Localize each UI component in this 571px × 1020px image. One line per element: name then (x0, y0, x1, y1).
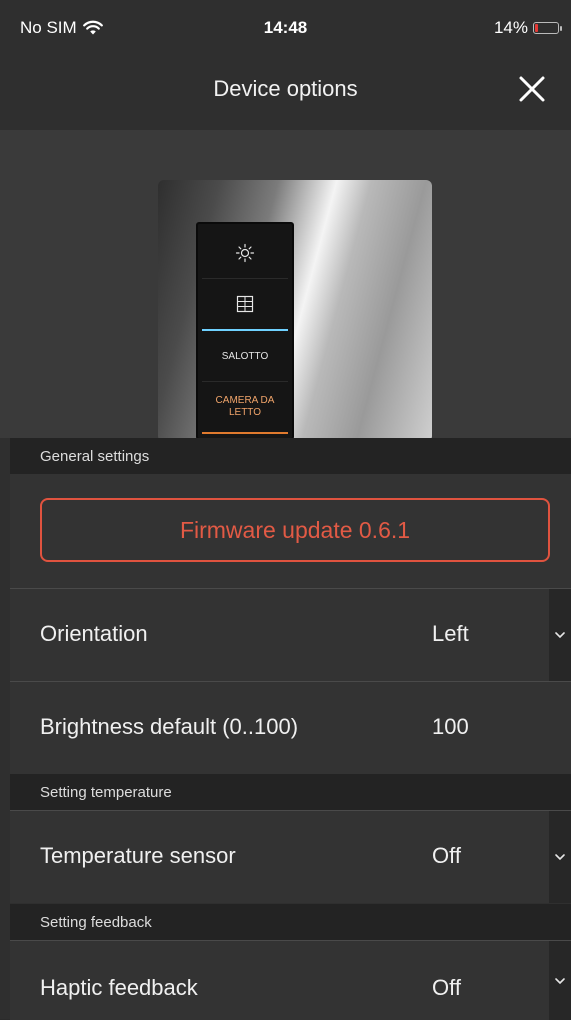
device-plate: SALOTTO CAMERA DA LETTO (158, 180, 432, 442)
page-title: Device options (213, 76, 358, 101)
row-label: Haptic feedback (40, 975, 198, 1000)
section-general-settings: General settings (10, 438, 571, 474)
section-label: Setting temperature (40, 784, 172, 801)
haptic-feedback-dropdown[interactable] (549, 941, 571, 1020)
row-label: Temperature sensor (40, 843, 236, 868)
orientation-dropdown[interactable] (549, 589, 571, 681)
sun-icon (235, 243, 255, 263)
section-setting-feedback: Setting feedback (10, 904, 571, 940)
chevron-down-icon (555, 977, 565, 984)
chevron-down-icon (555, 854, 565, 861)
row-haptic-feedback[interactable]: Haptic feedback Off (10, 940, 571, 1020)
section-label: General settings (40, 448, 150, 465)
status-time: 14:48 (263, 18, 308, 37)
battery-icon (533, 22, 562, 34)
temperature-sensor-dropdown[interactable] (549, 811, 571, 903)
orientation-value: Left (432, 621, 469, 646)
device-image: SALOTTO CAMERA DA LETTO (0, 130, 571, 442)
header: Device options (0, 60, 571, 120)
row-brightness[interactable]: Brightness default (0..100) 100 (10, 681, 571, 774)
row-label: Brightness default (0..100) (40, 714, 299, 739)
shutter-icon (236, 295, 254, 313)
section-setting-temperature: Setting temperature (10, 774, 571, 810)
light-key (202, 228, 288, 279)
chevron-down-icon (555, 632, 565, 639)
firmware-area: Firmware update 0.6.1 (10, 474, 571, 588)
battery-percent: 14% (493, 18, 528, 37)
screen: No SIM 14:48 14% Device options SALOTTO … (0, 0, 571, 1020)
firmware-update-button[interactable]: Firmware update 0.6.1 (40, 498, 550, 562)
haptic-feedback-value: Off (432, 975, 461, 1000)
close-button[interactable] (515, 72, 549, 106)
status-bar: No SIM 14:48 14% (0, 10, 571, 50)
key-label-salotto: SALOTTO (202, 331, 288, 382)
row-orientation[interactable]: Orientation Left (10, 588, 571, 681)
temperature-sensor-value: Off (432, 843, 461, 868)
section-label: Setting feedback (40, 914, 152, 931)
row-label: Orientation (40, 621, 148, 646)
shutter-key (202, 279, 288, 331)
row-temperature-sensor[interactable]: Temperature sensor Off (10, 810, 571, 903)
close-icon (519, 76, 545, 102)
battery-fill (535, 24, 538, 32)
key-label-camera: CAMERA DA LETTO (202, 382, 288, 434)
device-switch: SALOTTO CAMERA DA LETTO (196, 222, 294, 440)
brightness-value[interactable]: 100 (432, 714, 469, 740)
